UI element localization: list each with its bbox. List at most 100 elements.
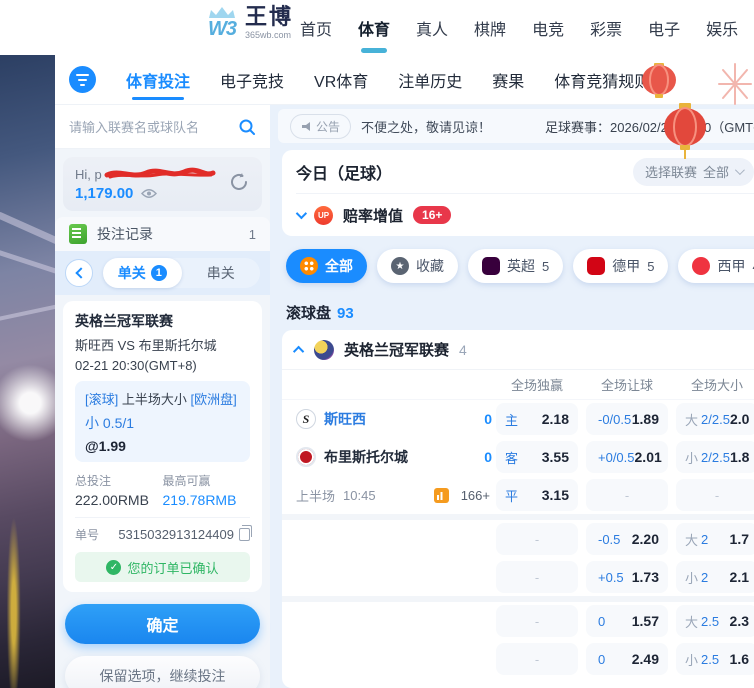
odds-value: 1.57 [632, 613, 659, 629]
odds-cell[interactable]: 大2/2.52.0 [676, 403, 754, 435]
filter-chip-西甲[interactable]: 西甲4 [678, 249, 754, 283]
filter-icon[interactable] [69, 66, 96, 93]
notice-badge: 公告 [290, 114, 351, 139]
goal-line: 2/2.5 [701, 412, 730, 427]
tab-single-bet[interactable]: 单关 1 [103, 258, 182, 288]
odds-cell[interactable]: - [496, 643, 578, 675]
team-score: 0 [484, 411, 492, 427]
back-button[interactable] [65, 259, 93, 287]
subnav-tab-赛果[interactable]: 赛果 [492, 55, 524, 105]
league-select-dropdown[interactable]: 选择联赛 全部 [633, 158, 754, 186]
column-header: 全场让球 [586, 375, 668, 394]
site-logo[interactable]: W3 王博 365wb.com [207, 6, 293, 40]
subnav-tab-体育竞猜规则[interactable]: 体育竞猜规则 [554, 55, 650, 105]
odds-cell[interactable]: +0.51.73 [586, 561, 668, 593]
slip-live-tag: [滚球] [85, 392, 118, 407]
topnav-item-真人[interactable]: 真人 [416, 0, 448, 55]
keep-selection-button[interactable]: 保留选项，继续投注 [65, 656, 260, 688]
table-row: 上半场10:45166+平3.15-- [282, 476, 754, 514]
more-markets-count[interactable]: 166+ [461, 488, 490, 503]
top-navbar: W3 王博 365wb.com 首页体育真人棋牌电竞彩票电子娱乐合 [0, 0, 754, 55]
elapsed-time: 10:45 [343, 488, 376, 503]
single-bet-label: 单关 [118, 263, 146, 283]
odds-cell[interactable]: - [586, 479, 668, 511]
over-under-side: 小 [685, 650, 698, 669]
filter-chip-收藏[interactable]: ★收藏 [377, 249, 458, 283]
table-row: S 斯旺西 0主2.18-0/0.51.89大2/2.52.0 [282, 400, 754, 438]
odds-cell[interactable]: - [496, 523, 578, 555]
filter-chip-全部[interactable]: 全部 [286, 249, 367, 283]
handicap-line: +0.5 [598, 570, 624, 585]
column-header: 全场独赢 [496, 375, 578, 394]
odds-cell[interactable]: 主2.18 [496, 403, 578, 435]
odds-cell[interactable]: 平 3.15 [496, 479, 578, 511]
logo-name: 王博 [245, 6, 293, 28]
search-placeholder: 请输入联赛名或球队名 [69, 117, 199, 136]
topnav-item-彩票[interactable]: 彩票 [590, 0, 622, 55]
odds-cell[interactable]: 客3.55 [496, 441, 578, 473]
collapse-chevron-icon[interactable] [296, 208, 307, 219]
odds-cell[interactable]: 大2.52.3 [676, 605, 754, 637]
check-icon: ✓ [106, 560, 121, 575]
table-row: --0.52.20大21.7 [282, 520, 754, 558]
topnav-item-棋牌[interactable]: 棋牌 [474, 0, 506, 55]
logo-mark: W3 [208, 19, 236, 39]
betslip-card: 英格兰冠军联赛 斯旺西 VS 布里斯托尔城 02-21 20:30(GMT+8)… [63, 301, 262, 592]
chip-count: 5 [647, 259, 654, 274]
odds-value: 3.15 [542, 487, 569, 503]
odds-cell[interactable]: 01.57 [586, 605, 668, 637]
collapse-up-chevron-icon[interactable] [293, 345, 304, 356]
table-row: -02.49小2.51.6 [282, 640, 754, 678]
odds-cell[interactable]: - [496, 605, 578, 637]
topnav-item-娱乐[interactable]: 娱乐 [706, 0, 738, 55]
logo-domain: 365wb.com [245, 31, 293, 40]
slip-tabs-band: 单关 1 串关 [55, 251, 270, 295]
odds-cell[interactable]: -0/0.51.89 [586, 403, 668, 435]
odds-cell[interactable]: - [496, 561, 578, 593]
order-number-label: 单号 [75, 526, 118, 543]
league-table-card: 英格兰冠军联赛 4 全场独赢全场让球全场大小 S斯旺西0主2.18-0/0.51… [282, 330, 754, 688]
subnav-tab-体育投注[interactable]: 体育投注 [126, 55, 190, 105]
odds-cell[interactable]: -0.52.20 [586, 523, 668, 555]
confirm-button[interactable]: 确定 [65, 604, 260, 644]
odds-cell[interactable]: 小2/2.51.8 [676, 441, 754, 473]
search-icon[interactable] [238, 118, 256, 136]
refresh-icon[interactable] [228, 171, 250, 193]
subnav-tab-电子竞技[interactable]: 电子竞技 [220, 55, 284, 105]
odds-cell[interactable]: 02.49 [586, 643, 668, 675]
topnav-item-电子[interactable]: 电子 [648, 0, 680, 55]
sports-subnav: 体育投注电子竞技 VR体育注单历史赛果体育竞猜规则 [55, 55, 754, 105]
league-filter-chips: 全部★收藏英超5德甲5西甲4意 [286, 249, 754, 283]
search-input[interactable]: 请输入联赛名或球队名 [55, 105, 270, 149]
odds-value: 2.0 [730, 411, 749, 427]
order-confirmed-banner: ✓ 您的订单已确认 [75, 552, 250, 582]
bundesliga-icon [587, 257, 605, 275]
odds-boost-label: 赔率增值 [343, 205, 403, 226]
team-name[interactable]: 斯旺西 [324, 409, 476, 429]
outcome-tag: 平 [505, 486, 518, 505]
team-cell: 布里斯托尔城 0 [296, 447, 496, 467]
filter-chip-英超[interactable]: 英超5 [468, 249, 563, 283]
eye-icon[interactable] [141, 188, 157, 199]
subnav-tab-VR体育[interactable]: VR体育 [314, 55, 368, 105]
odds-cell[interactable]: 小22.1 [676, 561, 754, 593]
copy-icon[interactable] [239, 528, 250, 541]
filter-chip-德甲[interactable]: 德甲5 [573, 249, 668, 283]
team-score: 0 [484, 449, 492, 465]
tab-parlay-bet[interactable]: 串关 [182, 258, 261, 288]
swansea-team-icon: S [296, 409, 316, 429]
team-cell: 上半场10:45166+ [296, 486, 496, 505]
odds-value: 1.8 [730, 449, 749, 465]
subnav-tab-注单历史[interactable]: 注单历史 [398, 55, 462, 105]
slip-league: 英格兰冠军联赛 [75, 311, 250, 331]
topnav-item-首页[interactable]: 首页 [300, 0, 332, 55]
odds-cell[interactable]: 大21.7 [676, 523, 754, 555]
topnav-item-体育[interactable]: 体育 [358, 0, 390, 55]
topnav-item-电竞[interactable]: 电竞 [532, 0, 564, 55]
team-name[interactable]: 布里斯托尔城 [324, 447, 476, 467]
odds-cell[interactable]: 小2.51.6 [676, 643, 754, 675]
odds-cell[interactable]: - [676, 479, 754, 511]
table-row: -+0.51.73小22.1 [282, 558, 754, 596]
bet-record-row[interactable]: 投注记录 1 [55, 217, 270, 251]
odds-cell[interactable]: +0/0.52.01 [586, 441, 668, 473]
